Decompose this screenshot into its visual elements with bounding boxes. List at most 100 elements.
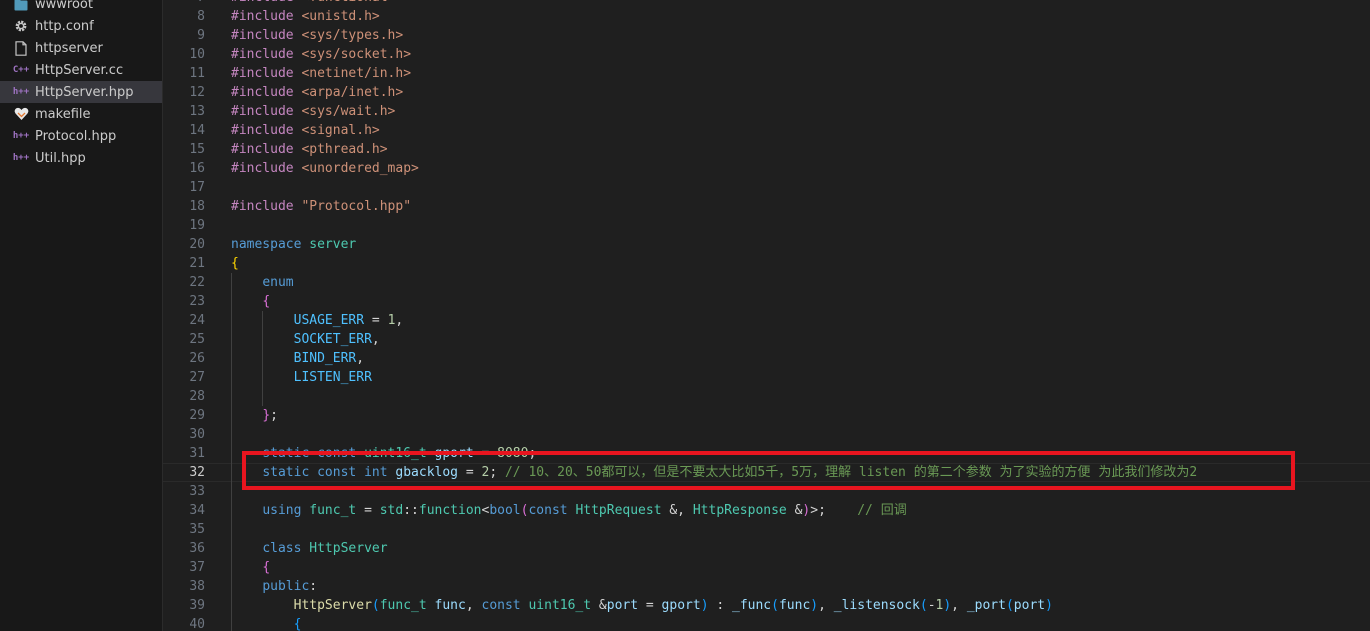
line-code: SOCKET_ERR, (231, 330, 380, 349)
line-number: 22 (189, 275, 205, 290)
code-token: & (786, 503, 803, 518)
file-item-httpserver-hpp[interactable]: h++ HttpServer.hpp (0, 81, 162, 103)
file-item-wwwroot[interactable]: wwwroot (0, 0, 162, 15)
line-code: { (231, 254, 239, 273)
file-item-util-hpp[interactable]: h++ Util.hpp (0, 147, 162, 169)
code-line[interactable]: 11 #include <netinet/in.h> (163, 64, 1370, 83)
code-line[interactable]: 31 static const uint16_t gport = 8080; (163, 444, 1370, 463)
code-line[interactable]: 22 enum (163, 273, 1370, 292)
line-number: 28 (189, 389, 205, 404)
file-item-makefile[interactable]: makefile (0, 103, 162, 125)
code-line[interactable]: 14 #include <signal.h> (163, 121, 1370, 140)
code-line[interactable]: 27 LISTEN_ERR (163, 368, 1370, 387)
code-token: , (395, 313, 404, 328)
code-token: ) (810, 598, 819, 613)
line-code: BIND_ERR, (231, 349, 364, 368)
code-token: using (262, 503, 310, 518)
code-line[interactable]: 39 HttpServer(func_t func, const uint16_… (163, 596, 1370, 615)
code-line[interactable]: 21 { (163, 254, 1370, 273)
line-number: 26 (189, 351, 205, 366)
line-code: #include <unistd.h> (231, 7, 380, 26)
code-line[interactable]: 36 class HttpServer (163, 539, 1370, 558)
line-number: 17 (189, 180, 205, 195)
code-line[interactable]: 20 namespace server (163, 235, 1370, 254)
file-name-label: httpserver (35, 40, 103, 56)
line-number: 9 (197, 28, 205, 43)
code-line[interactable]: 35 (163, 520, 1370, 539)
code-token: { (231, 256, 239, 271)
file-name-label: Util.hpp (35, 150, 86, 166)
code-token: & (591, 598, 607, 613)
code-token: <sys/types.h> (301, 28, 404, 43)
code-token: class (262, 541, 310, 556)
code-line[interactable]: 29 }; (163, 406, 1370, 425)
line-number: 11 (189, 66, 205, 81)
file-name-label: Protocol.hpp (35, 128, 117, 144)
code-line[interactable]: 13 #include <sys/wait.h> (163, 102, 1370, 121)
code-token: ; (528, 446, 537, 461)
code-token: >; (810, 503, 858, 518)
line-number: 12 (189, 85, 205, 100)
code-line[interactable]: 18 #include "Protocol.hpp" (163, 197, 1370, 216)
file-item-httpserver-cc[interactable]: C++ HttpServer.cc (0, 59, 162, 81)
code-token: , (951, 598, 967, 613)
code-token: #include (231, 66, 302, 81)
file-item-http-conf[interactable]: http.conf (0, 15, 162, 37)
code-line[interactable]: 38 public: (163, 577, 1370, 596)
line-code: #include <sys/socket.h> (231, 45, 411, 64)
code-line[interactable]: 15 #include <pthread.h> (163, 140, 1370, 159)
code-line[interactable]: 32 static const int gbacklog = 2; // 10、… (163, 463, 1370, 482)
code-token: <sys/socket.h> (301, 47, 412, 62)
code-token: port (606, 598, 639, 613)
code-line[interactable]: 26 BIND_ERR, (163, 349, 1370, 368)
code-token: gport (661, 598, 701, 613)
code-token: function (418, 503, 482, 518)
file-name-label: HttpServer.hpp (35, 84, 134, 100)
code-line[interactable]: 33 (163, 482, 1370, 501)
line-code: using func_t = std::function<bool(const … (231, 501, 906, 520)
code-line[interactable]: 25 SOCKET_ERR, (163, 330, 1370, 349)
code-line[interactable]: 40 { (163, 615, 1370, 631)
code-line[interactable]: 7 #include <functional> (163, 0, 1370, 7)
code-token: ( (771, 598, 779, 613)
line-code: #include "Protocol.hpp" (231, 197, 411, 216)
code-line[interactable]: 17 (163, 178, 1370, 197)
line-code: }; (231, 406, 278, 425)
line-number: 21 (189, 256, 205, 271)
code-token: HttpResponse (692, 503, 787, 518)
cpp-icon: C++ (12, 65, 30, 75)
code-token: server (309, 237, 357, 252)
code-token: int (364, 465, 396, 480)
code-token: #include (231, 85, 302, 100)
code-token: ) (1045, 598, 1053, 613)
code-line[interactable]: 34 using func_t = std::function<bool(con… (163, 501, 1370, 520)
code-line[interactable]: 9 #include <sys/types.h> (163, 26, 1370, 45)
code-token: #include (231, 142, 302, 157)
line-number: 13 (189, 104, 205, 119)
code-line[interactable]: 23 { (163, 292, 1370, 311)
code-token: std (379, 503, 404, 518)
code-line[interactable]: 12 #include <arpa/inet.h> (163, 83, 1370, 102)
code-line[interactable]: 24 USAGE_ERR = 1, (163, 311, 1370, 330)
line-number: 40 (189, 617, 205, 631)
code-token: _listensock (833, 598, 920, 613)
code-editor[interactable]: 7 #include <functional> 8 #include <unistd.… (163, 0, 1370, 631)
file-icon (13, 40, 29, 56)
code-token: <pthread.h> (301, 142, 388, 157)
line-code: { (231, 558, 270, 577)
code-line[interactable]: 30 (163, 425, 1370, 444)
code-line[interactable]: 16 #include <unordered_map> (163, 159, 1370, 178)
file-item-httpserver[interactable]: httpserver (0, 37, 162, 59)
code-line[interactable]: 37 { (163, 558, 1370, 577)
code-line[interactable]: 28 (163, 387, 1370, 406)
code-line[interactable]: 10 #include <sys/socket.h> (163, 45, 1370, 64)
code-line[interactable]: 19 (163, 216, 1370, 235)
code-line[interactable]: 8 #include <unistd.h> (163, 7, 1370, 26)
code-token: = (638, 598, 662, 613)
code-token: ( (1005, 598, 1014, 613)
file-item-protocol-hpp[interactable]: h++ Protocol.hpp (0, 125, 162, 147)
